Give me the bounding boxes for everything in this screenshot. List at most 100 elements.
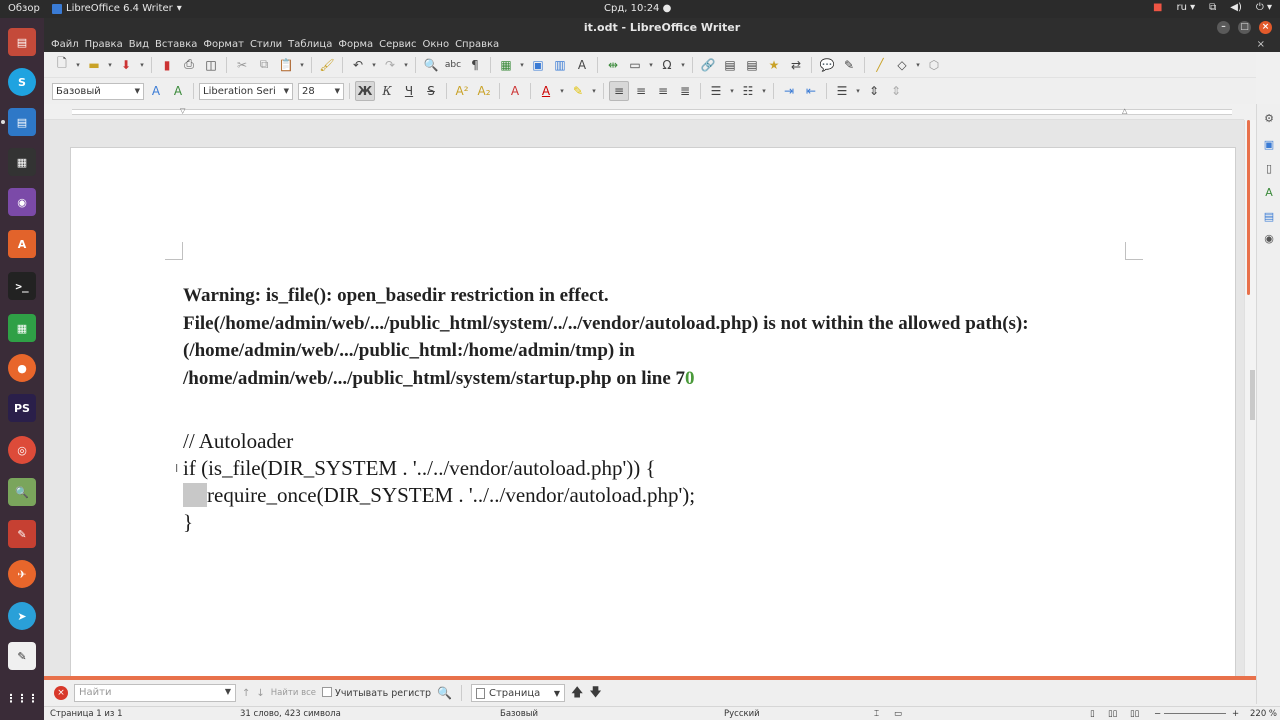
spelling-icon[interactable]: abc — [443, 55, 463, 75]
phpstorm-icon[interactable]: PS — [8, 394, 36, 422]
minimize-button[interactable]: – — [1217, 21, 1230, 34]
files-icon[interactable]: ▤ — [8, 28, 36, 56]
chevron-down-icon[interactable]: ▾ — [647, 61, 655, 69]
video-editor-icon[interactable]: ▦ — [8, 148, 36, 176]
increase-spacing-icon[interactable]: ⇕ — [864, 81, 884, 101]
strikethrough-button[interactable]: S — [421, 81, 441, 101]
book-view-icon[interactable]: ▯▯ — [1130, 709, 1139, 719]
find-replace-dialog-icon[interactable]: 🔍 — [437, 686, 452, 700]
paragraph-style-select[interactable]: Базовый ▼ — [52, 82, 144, 100]
new-document-icon[interactable]: 🗋 — [52, 55, 72, 75]
special-character-icon[interactable]: Ω — [657, 55, 677, 75]
text-editor-icon[interactable]: ✎ — [8, 520, 36, 548]
navigate-next-icon[interactable]: 🡇 — [589, 683, 601, 704]
open-folder-icon[interactable]: ▬ — [84, 55, 104, 75]
zoom-slider[interactable] — [1164, 713, 1226, 714]
line-icon[interactable]: ╱ — [870, 55, 890, 75]
document-body[interactable]: Warning: is_file(): open_basedir restric… — [183, 282, 1183, 536]
superscript-icon[interactable]: A² — [452, 81, 472, 101]
page-break-icon[interactable]: ⇹ — [603, 55, 623, 75]
notes-icon[interactable]: ✎ — [8, 642, 36, 670]
gallery-icon[interactable]: ▤ — [1261, 208, 1277, 224]
show-apps-icon[interactable]: ⋮⋮⋮ — [6, 684, 39, 712]
chevron-down-icon[interactable]: ▾ — [679, 61, 687, 69]
spreadsheet-icon[interactable]: ▦ — [8, 314, 36, 342]
chevron-down-icon[interactable]: ▾ — [914, 61, 922, 69]
menu-insert[interactable]: Вставка — [152, 38, 200, 52]
clear-formatting-icon[interactable]: A — [505, 81, 525, 101]
libreoffice-writer-icon[interactable]: ▤ — [8, 108, 36, 136]
endnote-icon[interactable]: ▤ — [742, 55, 762, 75]
update-style-icon[interactable]: A — [146, 81, 166, 101]
document-page[interactable]: Warning: is_file(): open_basedir restric… — [70, 147, 1236, 676]
power-icon[interactable]: ⏻ ▾ — [1256, 2, 1272, 13]
selection-mode-icon[interactable]: ▭ — [894, 709, 902, 719]
chevron-down-icon[interactable]: ▾ — [590, 87, 598, 95]
align-left-icon[interactable]: ≡ — [609, 81, 629, 101]
chevron-down-icon[interactable]: ▼ — [225, 687, 231, 699]
redo-icon[interactable]: ↷ — [380, 55, 400, 75]
find-all-button[interactable]: Найти все — [271, 688, 316, 698]
menu-table[interactable]: Таблица — [285, 38, 335, 52]
font-color-icon[interactable]: A — [536, 81, 556, 101]
find-replace-icon[interactable]: 🔍 — [421, 55, 441, 75]
sidebar-menu-icon[interactable]: ⚙ — [1261, 110, 1277, 126]
activities-button[interactable]: Обзор — [8, 3, 40, 14]
multi-page-view-icon[interactable]: ▯▯ — [1108, 709, 1117, 719]
insert-table-icon[interactable]: ▦ — [496, 55, 516, 75]
copy-icon[interactable]: ⧉ — [254, 55, 274, 75]
justify-icon[interactable]: ≣ — [675, 81, 695, 101]
chevron-down-icon[interactable]: ▾ — [518, 61, 526, 69]
app-menu[interactable]: LibreOffice 6.4 Writer ▾ — [52, 3, 182, 14]
menu-help[interactable]: Справка — [452, 38, 502, 52]
scroll-position-indicator[interactable] — [1247, 120, 1250, 295]
decrease-indent-icon[interactable]: ⇤ — [801, 81, 821, 101]
close-window-button[interactable]: × — [1259, 21, 1272, 34]
chevron-down-icon[interactable]: ▾ — [854, 87, 862, 95]
draw-functions-icon[interactable]: ⬡ — [924, 55, 944, 75]
track-changes-icon[interactable]: ✎ — [839, 55, 859, 75]
terminal-icon[interactable]: >_ — [8, 272, 36, 300]
chevron-down-icon[interactable]: ▾ — [138, 61, 146, 69]
language-indicator[interactable]: ru ▾ — [1177, 2, 1196, 13]
find-input[interactable]: Найти ▼ — [74, 684, 236, 702]
chevron-down-icon[interactable]: ▾ — [370, 61, 378, 69]
menu-format[interactable]: Формат — [200, 38, 247, 52]
clone-formatting-icon[interactable]: 🖌 — [317, 55, 337, 75]
screen-recorder-icon[interactable]: ◉ — [8, 188, 36, 216]
menu-window[interactable]: Окно — [420, 38, 453, 52]
italic-button[interactable]: К — [377, 81, 397, 101]
zoom-in-icon[interactable]: + — [1232, 709, 1239, 719]
find-next-icon[interactable]: ↓ — [256, 688, 264, 699]
image-viewer-icon[interactable]: 🔍 — [8, 478, 36, 506]
find-previous-icon[interactable]: ↑ — [242, 688, 250, 699]
single-page-view-icon[interactable]: ▯ — [1090, 709, 1095, 719]
vertical-scrollbar[interactable] — [1244, 120, 1256, 676]
formatting-marks-icon[interactable]: ¶ — [465, 55, 485, 75]
page-icon[interactable]: ▯ — [1261, 160, 1277, 176]
menu-file[interactable]: Файл — [48, 38, 82, 52]
word-count[interactable]: 31 слово, 423 символа — [240, 709, 341, 719]
skype-icon[interactable]: S — [8, 68, 36, 96]
subscript-icon[interactable]: A₂ — [474, 81, 494, 101]
chevron-down-icon[interactable]: ▾ — [74, 61, 82, 69]
maximize-button[interactable]: □ — [1238, 21, 1251, 34]
cut-icon[interactable]: ✂ — [232, 55, 252, 75]
increase-indent-icon[interactable]: ⇥ — [779, 81, 799, 101]
font-size-select[interactable]: 28 ▼ — [298, 82, 344, 100]
bookmark-icon[interactable]: ★ — [764, 55, 784, 75]
network-icon[interactable]: ⧉ — [1209, 2, 1216, 13]
zoom-level[interactable]: 220 % — [1250, 709, 1277, 719]
chevron-down-icon[interactable]: ▾ — [558, 87, 566, 95]
telegram-icon[interactable]: ➤ — [8, 602, 36, 630]
new-style-icon[interactable]: A — [168, 81, 188, 101]
menu-styles[interactable]: Стили — [247, 38, 285, 52]
align-right-icon[interactable]: ≡ — [653, 81, 673, 101]
close-document-icon[interactable]: × — [1254, 38, 1268, 52]
software-store-icon[interactable]: A — [8, 230, 36, 258]
postman-icon[interactable]: ✈ — [8, 560, 36, 588]
match-case-checkbox[interactable]: Учитывать регистр — [322, 687, 431, 699]
highlight-color-icon[interactable]: ✎ — [568, 81, 588, 101]
scrollbar-thumb[interactable] — [1250, 370, 1255, 420]
menu-form[interactable]: Форма — [335, 38, 376, 52]
